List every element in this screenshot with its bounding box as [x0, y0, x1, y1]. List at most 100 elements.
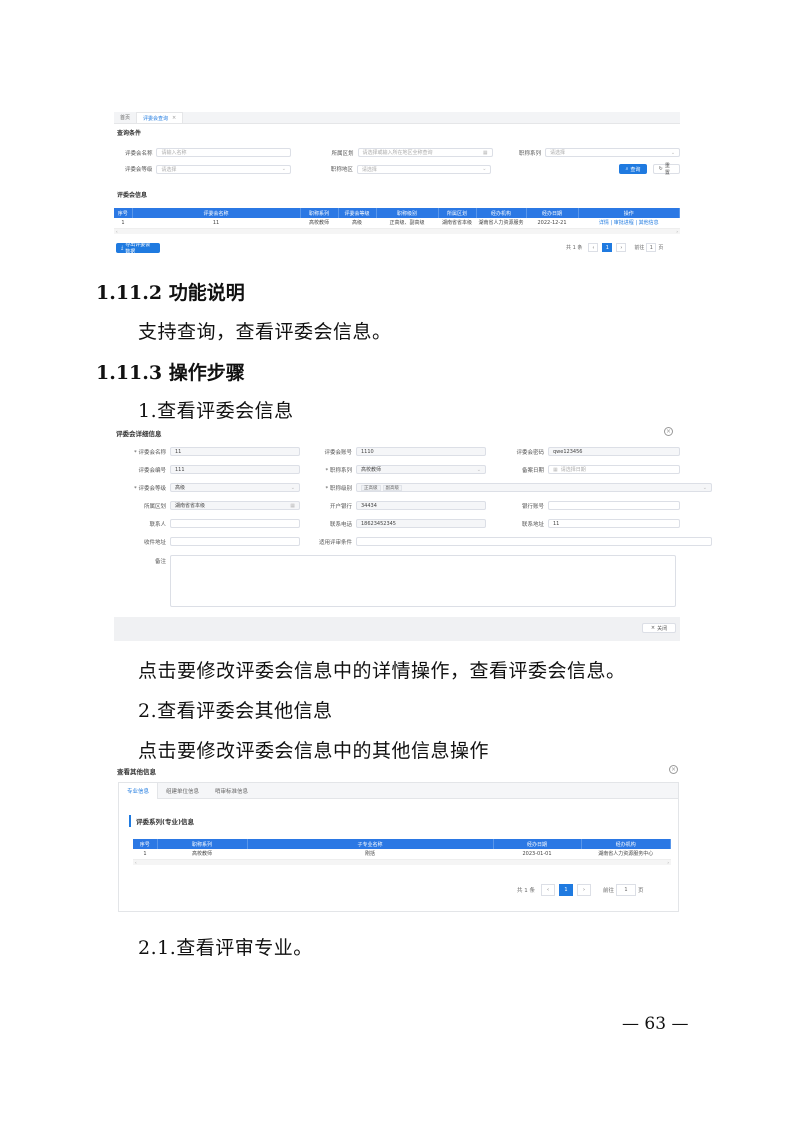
tab-panel: 专业信息 组建单位信息 哨审标准信息 评委系列(专业)信息 序号 职称系列 子专…: [118, 782, 679, 912]
region-label: 所属区划: [331, 150, 354, 157]
other-info-link[interactable]: 其他信息: [639, 220, 659, 226]
page-1-button[interactable]: 1: [602, 243, 613, 252]
field-label: 联系人: [149, 521, 166, 528]
name-label: 评委会名称: [124, 150, 153, 157]
search-button[interactable]: ⌕ 查询: [619, 164, 647, 174]
chevron-down-icon: ⌄: [482, 166, 487, 172]
chevron-down-icon: ⌄: [281, 166, 286, 172]
query-title: 查询条件: [117, 130, 142, 137]
export-button[interactable]: ⤓ 导出评委会数据: [116, 242, 160, 255]
page-1-button[interactable]: 1: [559, 884, 573, 896]
level-label: 评委会等级: [124, 167, 153, 173]
close-circle-icon[interactable]: ×: [664, 427, 673, 436]
series-select[interactable]: 请选择 ⌄: [545, 148, 681, 157]
committee-password-field[interactable]: qwe123456: [548, 447, 680, 456]
field-label: 开户银行: [329, 503, 352, 510]
heading-1-11-3: 1.11.3 操作步骤: [96, 362, 245, 384]
step-1: 1.查看评委会信息: [138, 400, 294, 422]
region-input[interactable]: 请选择或输入所在地区全称查询 ▦: [357, 148, 493, 157]
close-circle-icon[interactable]: ×: [669, 765, 678, 774]
phone-field[interactable]: 18623452345: [356, 519, 486, 528]
field-label: 联系电话: [329, 521, 352, 528]
col-header: 所属区划: [438, 208, 477, 218]
field-label: 评委会编号: [138, 467, 166, 474]
tab-close-icon[interactable]: ×: [172, 115, 176, 121]
screenshot-other-info: 查看其他信息 × 专业信息 组建单位信息 哨审标准信息 评委系列(专业)信息 序…: [114, 762, 680, 914]
bank-account-field[interactable]: [548, 501, 680, 510]
tab-home[interactable]: 首页: [114, 112, 136, 123]
field-label: 备案日期: [521, 467, 544, 474]
col-header: 职称系列: [300, 208, 339, 218]
col-header: 评委会名称: [132, 208, 301, 218]
pagination: 共 1 条 ‹ 1 › 前往 1 页: [566, 243, 664, 252]
title-level-multiselect[interactable]: 正高级 副高级 ⌄: [356, 483, 712, 492]
page-number: — 63 —: [622, 1014, 689, 1034]
calendar-icon: ▦: [553, 466, 558, 473]
filing-date-picker[interactable]: ▦ 请选择日期: [548, 465, 680, 474]
field-label: * 评委会等级: [134, 485, 166, 492]
next-page-button[interactable]: ›: [577, 884, 591, 896]
tab-major-info[interactable]: 专业信息: [119, 783, 159, 799]
col-header: 职称系列: [157, 839, 248, 849]
series-select[interactable]: 高校教师 ⌄: [356, 465, 486, 474]
screenshot-committee-query: 首页 评委会查询 × 查询条件 评委会名称 请输入名称 所属区划 请选择或输入所…: [114, 112, 681, 262]
review-conditions-field[interactable]: [356, 537, 712, 546]
committee-name-input[interactable]: 请输入名称: [156, 148, 292, 157]
calendar-icon: ▦: [482, 149, 488, 156]
level-select[interactable]: 请选择 ⌄: [156, 164, 291, 174]
address-field[interactable]: 11: [548, 519, 680, 528]
close-button[interactable]: × 关闭: [642, 623, 676, 633]
tag: 正高级: [361, 484, 381, 491]
field-label: 评委会密码: [516, 449, 544, 456]
level-select[interactable]: 高级 ⌄: [170, 483, 300, 492]
detail-link[interactable]: 详情: [599, 220, 609, 226]
horizontal-scrollbar[interactable]: ‹ ›: [133, 859, 671, 865]
mailing-address-field[interactable]: [170, 537, 300, 546]
prev-page-button[interactable]: ‹: [541, 884, 555, 896]
committee-name-field[interactable]: 11: [170, 447, 300, 456]
committee-code-field[interactable]: 111: [170, 465, 300, 474]
tab-standard-info[interactable]: 哨审标准信息: [207, 783, 256, 799]
area-select[interactable]: 请选择 ⌄: [356, 164, 492, 174]
dialog-footer: × 关闭: [114, 617, 680, 641]
screenshot-committee-detail: 评委会详细信息 × * 评委会名称 11 评委会账号 1110 评委会密码 qw…: [114, 424, 712, 641]
contact-field[interactable]: [170, 519, 300, 528]
col-header: 评委会等级: [338, 208, 377, 218]
field-label: * 评委会名称: [134, 449, 166, 456]
next-page-button[interactable]: ›: [616, 243, 627, 252]
goto-page-input[interactable]: 1: [646, 243, 657, 252]
approval-link[interactable]: 审批进程: [614, 220, 634, 226]
scroll-right-icon[interactable]: ›: [676, 229, 678, 234]
field-label: 适用评审条件: [318, 539, 352, 546]
scroll-right-icon[interactable]: ›: [667, 860, 669, 865]
download-icon: ⤓: [121, 245, 124, 251]
field-label: 所属区划: [143, 503, 166, 510]
info-title: 评委会信息: [117, 192, 148, 199]
step-2-1: 2.1.查看评审专业。: [138, 937, 313, 959]
col-header: 经办日期: [526, 208, 579, 218]
bank-field[interactable]: 34434: [356, 501, 486, 510]
col-header: 操作: [578, 208, 680, 218]
reset-button[interactable]: ↻ 重置: [652, 163, 680, 176]
section-title: 评委系列(专业)信息: [129, 815, 194, 827]
goto-page-input[interactable]: 1: [616, 884, 637, 896]
scroll-left-icon[interactable]: ‹: [135, 860, 137, 865]
calendar-icon: ▦: [290, 502, 295, 509]
scroll-left-icon[interactable]: ‹: [116, 229, 118, 234]
refresh-icon: ↻: [658, 166, 663, 172]
chevron-down-icon: ⌄: [670, 149, 676, 156]
col-header: 职称级别: [376, 208, 439, 218]
dialog-title: 查看其他信息: [117, 768, 156, 776]
close-icon: ×: [650, 625, 656, 631]
col-header: 序号: [114, 208, 133, 218]
region-field[interactable]: 湖南省省本级 ▦: [170, 501, 300, 510]
prev-page-button[interactable]: ‹: [588, 243, 599, 252]
committee-table: 序号 评委会名称 职称系列 评委会等级 职称级别 所属区划 经办机构 经办日期 …: [114, 208, 680, 234]
horizontal-scrollbar[interactable]: ‹ ›: [114, 228, 680, 234]
col-header: 经办机构: [476, 208, 527, 218]
remark-textarea[interactable]: [170, 555, 676, 607]
committee-account-field[interactable]: 1110: [356, 447, 486, 456]
tab-unit-info[interactable]: 组建单位信息: [158, 783, 207, 799]
remark-label: 备注: [154, 559, 166, 565]
tab-committee-query[interactable]: 评委会查询 ×: [136, 112, 184, 123]
